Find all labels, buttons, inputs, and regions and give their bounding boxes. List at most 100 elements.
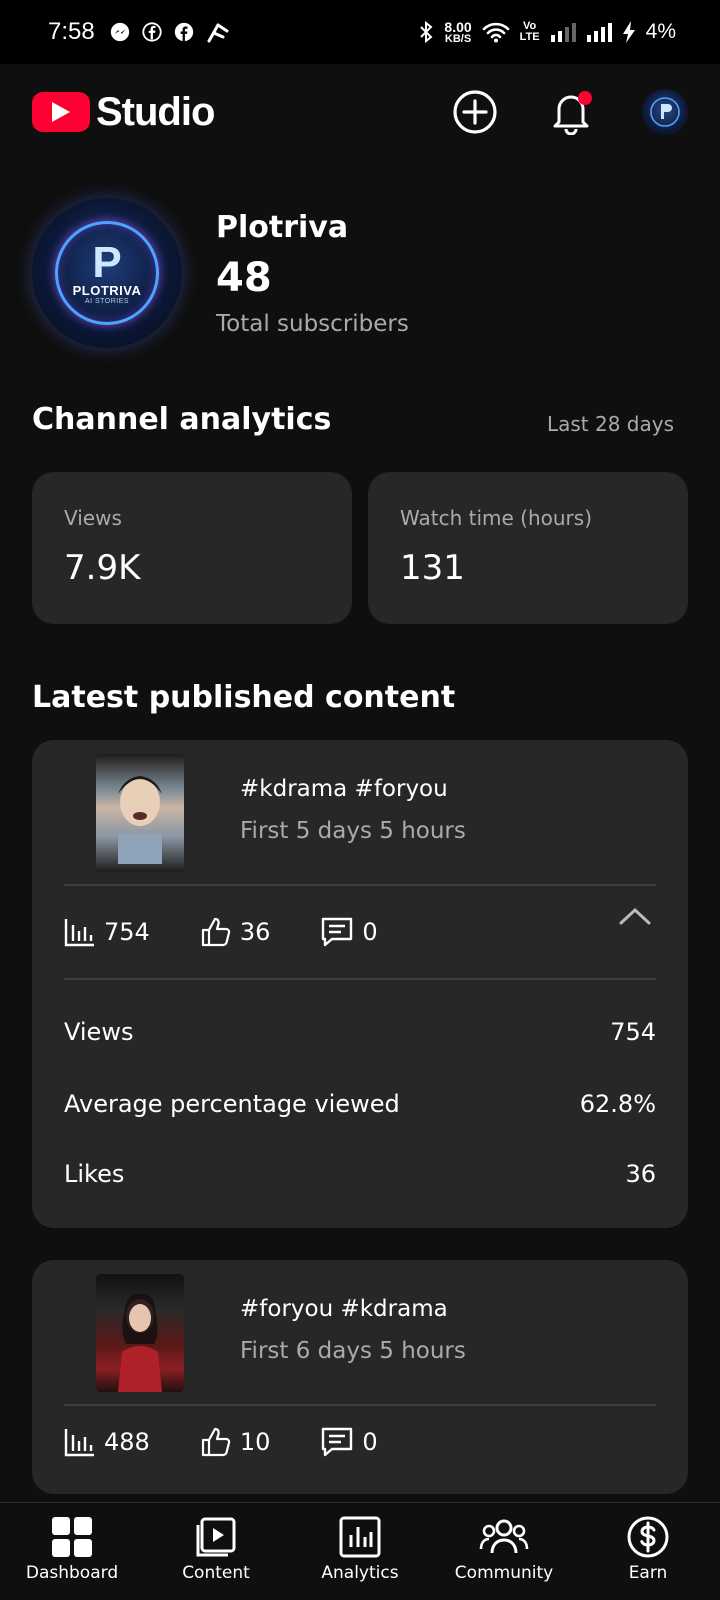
likes-metric: 10: [200, 1426, 271, 1458]
nav-earn[interactable]: Earn: [576, 1503, 720, 1600]
bottom-nav: Dashboard Content Analytics Community Ea…: [0, 1502, 720, 1600]
video-title[interactable]: #kdrama #foryou: [240, 776, 448, 802]
nav-content[interactable]: Content: [144, 1503, 288, 1600]
facebook-icon: [142, 22, 162, 42]
youtube-play-icon: [32, 92, 90, 132]
studio-logo[interactable]: Studio: [32, 89, 215, 135]
nav-label: Content: [182, 1563, 250, 1583]
likes-count: 10: [239, 1428, 271, 1456]
collapse-button[interactable]: [618, 904, 652, 932]
bar-chart-icon: [64, 1429, 94, 1457]
detail-row-avg-viewed: Average percentage viewed 62.8%: [64, 1090, 656, 1118]
likes-metric: 36: [200, 916, 271, 948]
watch-time-label: Watch time (hours): [400, 506, 593, 530]
views-metric: 754: [64, 917, 150, 947]
detail-label: Views: [64, 1018, 134, 1046]
earn-icon: [627, 1516, 669, 1558]
views-count: 754: [104, 918, 150, 946]
plus-circle-icon: [453, 90, 497, 134]
comments-metric: 0: [320, 1426, 378, 1458]
notification-badge: [578, 91, 592, 105]
chevron-up-icon: [619, 907, 651, 925]
detail-label: Likes: [64, 1160, 125, 1188]
notifications-button[interactable]: [546, 87, 596, 137]
views-label: Views: [64, 506, 122, 530]
wifi-icon: [482, 22, 509, 43]
facebook-icon-2: [174, 22, 193, 42]
comments-count: 0: [362, 1428, 378, 1456]
watch-time-card[interactable]: Watch time (hours) 131: [368, 472, 688, 624]
nav-label: Dashboard: [25, 1563, 119, 1583]
video-thumbnail[interactable]: [96, 1274, 184, 1392]
channel-header: P PLOTRIVA AI STORIES Plotriva 48 Total …: [32, 198, 692, 348]
nav-dashboard[interactable]: Dashboard: [0, 1503, 144, 1600]
channel-info: Plotriva 48 Total subscribers: [216, 210, 409, 337]
bar-chart-icon: [64, 919, 94, 947]
views-card[interactable]: Views 7.9K: [32, 472, 352, 624]
clock: 7:58: [48, 18, 95, 45]
community-icon: [479, 1519, 529, 1554]
thumbs-up-icon: [201, 1427, 231, 1457]
video-title[interactable]: #foryou #kdrama: [240, 1296, 448, 1322]
views-count: 488: [104, 1428, 150, 1456]
video-card-2[interactable]: #foryou #kdrama First 6 days 5 hours 488…: [32, 1260, 688, 1494]
carrier-icon: [207, 23, 229, 43]
comments-count: 0: [362, 918, 378, 946]
status-bar: 7:58 8.00 KB/S Vo LTE 4%: [0, 0, 720, 64]
detail-row-views: Views 754: [64, 1018, 656, 1046]
nav-analytics[interactable]: Analytics: [288, 1503, 432, 1600]
video-card-1[interactable]: #kdrama #foryou First 5 days 5 hours 754…: [32, 740, 688, 1228]
charging-icon: [622, 21, 635, 43]
thumbs-up-icon: [201, 917, 231, 947]
account-avatar[interactable]: [642, 89, 688, 135]
network-speed: 8.00 KB/S: [444, 18, 472, 45]
nav-community[interactable]: Community: [432, 1503, 576, 1600]
battery-level: 4%: [645, 20, 676, 43]
nav-label: Community: [454, 1563, 554, 1583]
views-metric: 488: [64, 1427, 150, 1457]
divider: [64, 1404, 656, 1406]
detail-value: 754: [610, 1018, 656, 1046]
channel-name: Plotriva: [216, 209, 349, 245]
signal-icon-sim2: [586, 23, 612, 42]
video-age: First 6 days 5 hours: [240, 1338, 466, 1364]
likes-count: 36: [239, 918, 271, 946]
volte-indicator: Vo LTE: [519, 20, 540, 43]
content-icon: [196, 1517, 236, 1557]
video-thumbnail[interactable]: [96, 754, 184, 872]
bluetooth-icon: [420, 20, 433, 44]
analytics-title: Channel analytics: [32, 402, 332, 437]
avatar-name: PLOTRIVA: [72, 283, 142, 298]
dashboard-icon: [52, 1517, 92, 1557]
date-range[interactable]: Last 28 days: [547, 412, 674, 436]
avatar-letter: P: [92, 238, 122, 287]
comment-icon: [322, 917, 353, 947]
app-bar: Studio: [0, 64, 720, 160]
nav-label: Analytics: [321, 1563, 399, 1583]
channel-avatar[interactable]: P PLOTRIVA AI STORIES: [32, 198, 182, 348]
subscriber-label: Total subscribers: [216, 310, 409, 337]
comments-metric: 0: [320, 916, 378, 948]
video-age: First 5 days 5 hours: [240, 818, 466, 844]
video-metrics: 488 10 0: [64, 1426, 428, 1458]
divider: [64, 978, 656, 980]
analytics-icon: [339, 1516, 381, 1558]
watch-time-value: 131: [400, 548, 465, 588]
detail-row-likes: Likes 36: [64, 1160, 656, 1188]
nav-label: Earn: [628, 1563, 668, 1583]
detail-label: Average percentage viewed: [64, 1090, 400, 1118]
detail-value: 36: [625, 1160, 656, 1188]
latest-title: Latest published content: [32, 680, 456, 715]
detail-value: 62.8%: [579, 1090, 656, 1118]
avatar-tagline: AI STORIES: [84, 298, 130, 305]
avatar-ring: P PLOTRIVA AI STORIES: [55, 221, 159, 325]
channel-avatar-icon: [650, 97, 680, 127]
views-value: 7.9K: [64, 548, 141, 588]
logo-text: Studio: [96, 89, 215, 134]
divider: [64, 884, 656, 886]
create-button[interactable]: [450, 87, 500, 137]
signal-icon-sim1: [550, 23, 576, 42]
subscriber-count: 48: [216, 254, 272, 301]
video-metrics: 754 36 0: [64, 916, 428, 948]
messenger-icon: [110, 22, 129, 42]
